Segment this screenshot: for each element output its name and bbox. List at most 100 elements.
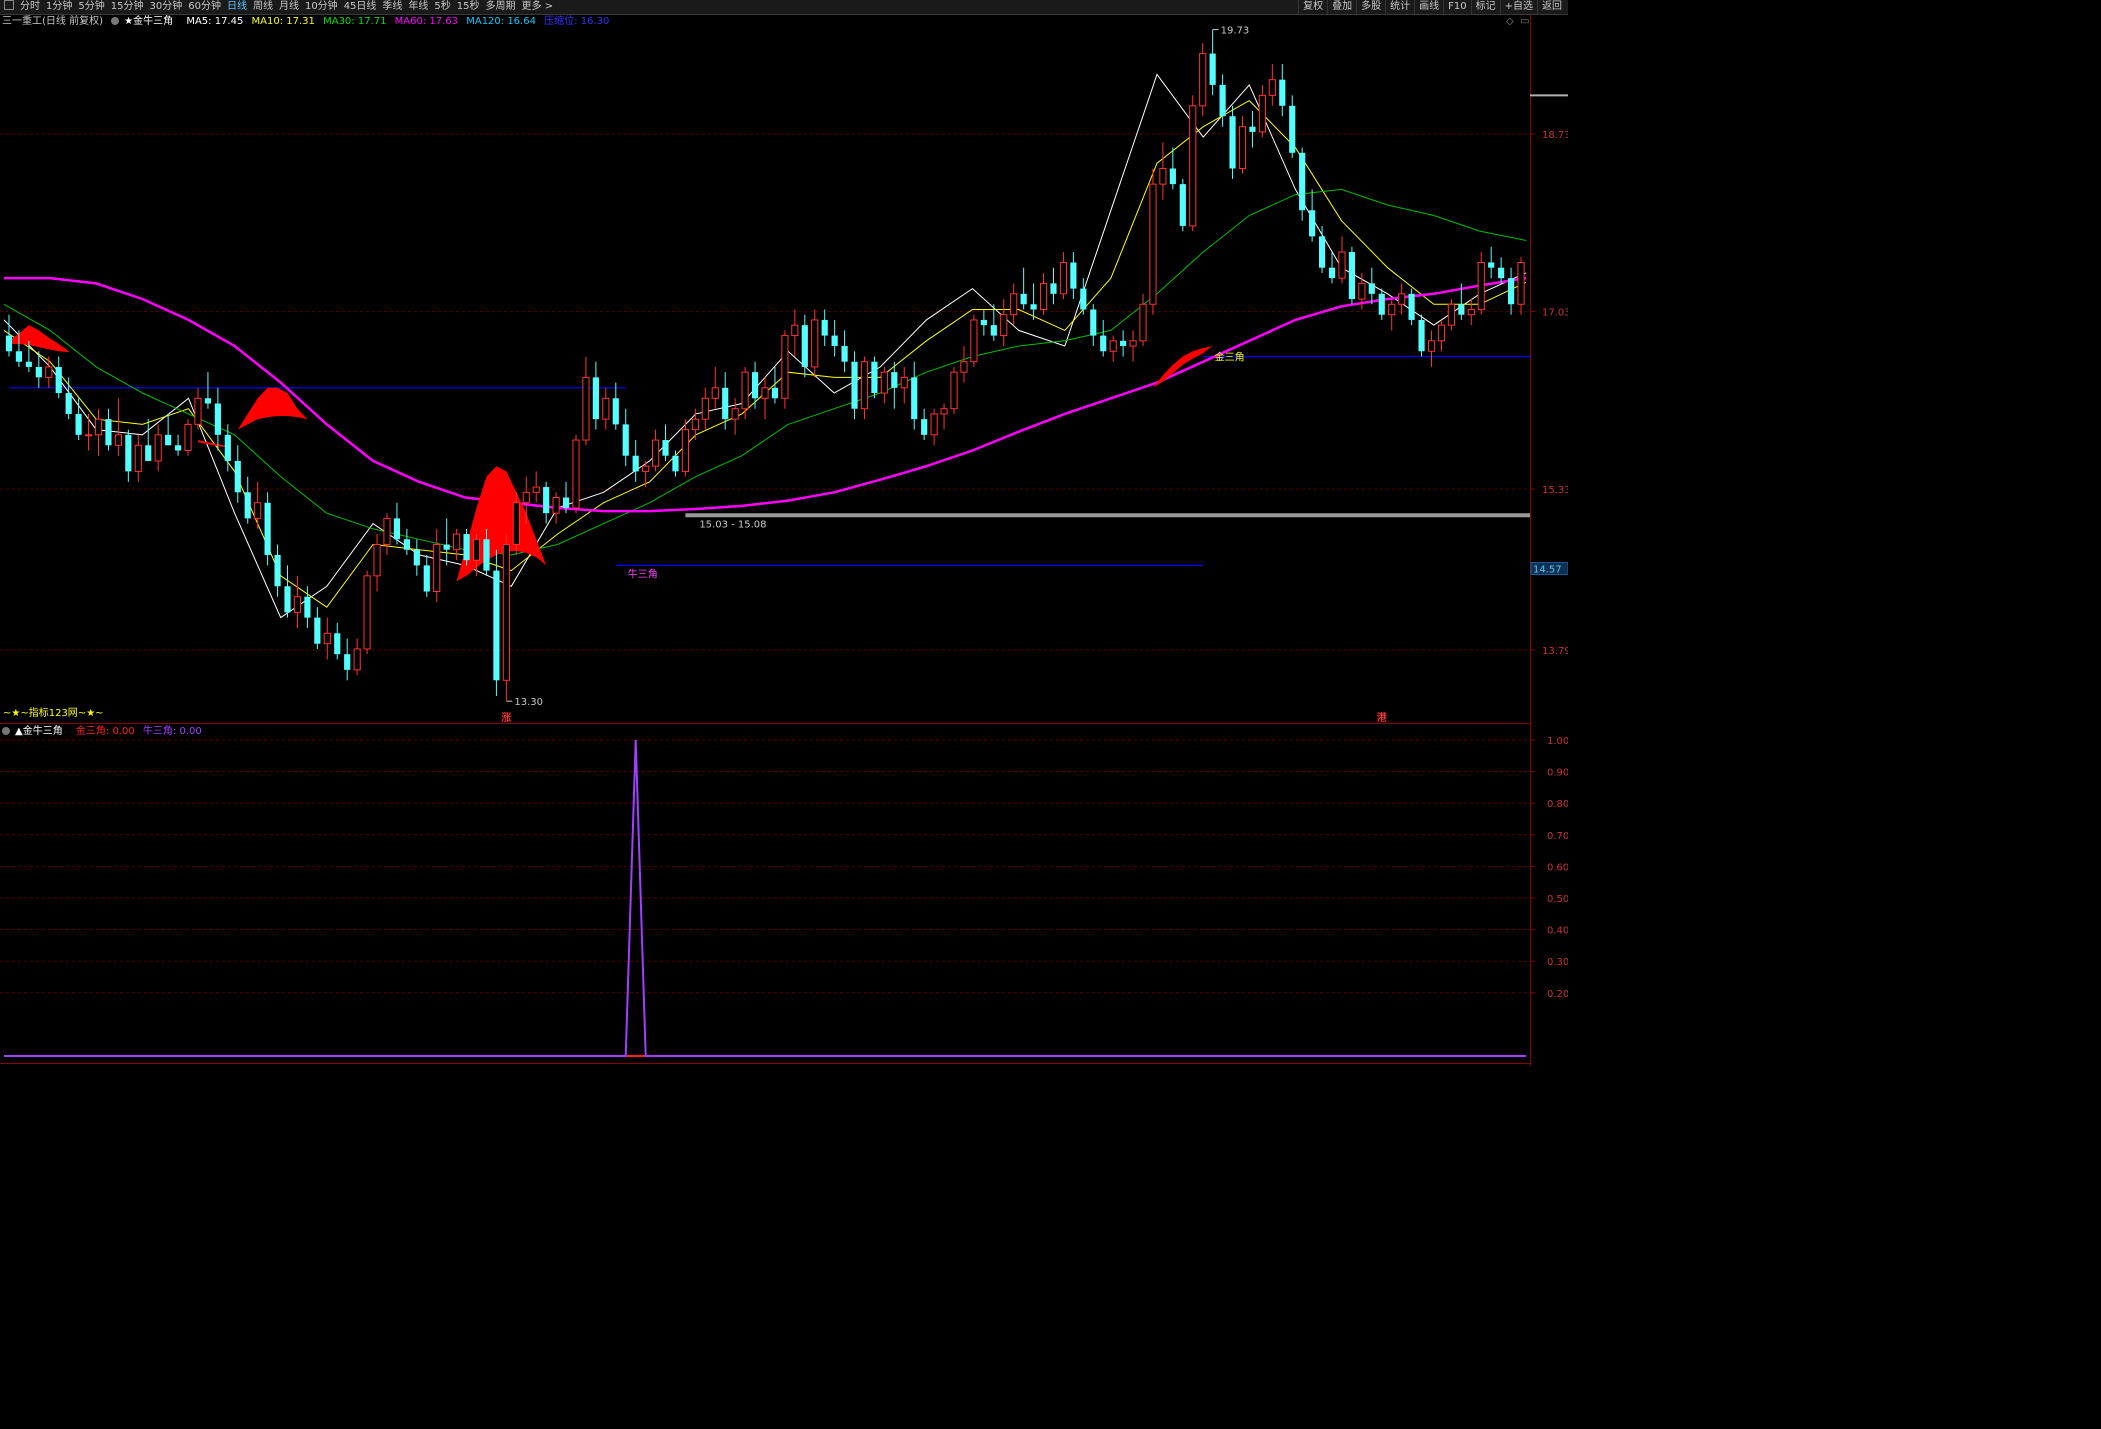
kline-chart[interactable]: 18.73 17.03 15.33 13.79 14.57 1.00 0.90 0.80 0.7…	[0, 0, 1568, 1066]
candle-body-42	[423, 565, 430, 592]
candle-body-61	[612, 398, 619, 425]
candle-body-146	[1458, 304, 1465, 315]
candle-body-123	[1229, 116, 1236, 169]
candle-body-120	[1199, 53, 1207, 107]
candle-body-33	[334, 633, 341, 655]
candle-body-35	[353, 648, 361, 671]
low-price-label: 13.30	[514, 697, 543, 708]
candle-body-23	[234, 460, 241, 493]
candle-body-15	[154, 434, 162, 462]
candle-body-112	[1120, 340, 1127, 347]
candle-body-134	[1338, 251, 1346, 279]
candle-body-34	[344, 654, 351, 670]
candle-body-43	[433, 544, 441, 593]
candle-body-106	[1059, 261, 1068, 295]
candle-body-99	[990, 325, 997, 336]
candle-body-7	[75, 413, 82, 435]
candle-body-63	[632, 455, 639, 472]
candle-body-79	[791, 324, 799, 337]
candle-body-30	[304, 596, 311, 618]
candle-body-74	[741, 371, 749, 410]
candle-body-128	[1279, 79, 1286, 106]
current-price-label: 14.57	[1533, 565, 1562, 576]
candle-body-75	[751, 372, 759, 399]
candle-body-87	[871, 361, 878, 394]
event-marker-0: 涨	[501, 712, 511, 724]
candle-body-58	[582, 376, 590, 441]
candle-body-141	[1408, 293, 1415, 320]
candle-body-55	[552, 496, 560, 514]
price-tick-label-1: 17.03	[1542, 308, 1568, 319]
candle-body-96	[960, 361, 968, 373]
candle-body-9	[94, 418, 103, 436]
candle-body-95	[950, 371, 958, 410]
candle-body-48	[483, 539, 490, 571]
triangle-area-4	[1153, 346, 1213, 388]
candle-body-29	[293, 596, 302, 613]
candle-body-28	[284, 586, 291, 613]
triangle-area-3	[456, 466, 547, 582]
candle-body-68	[681, 429, 690, 472]
candle-body-109	[1090, 309, 1097, 336]
candle-body-56	[562, 497, 570, 508]
candle-body-90	[900, 376, 908, 389]
candle-body-89	[891, 372, 898, 388]
candle-body-116	[1159, 167, 1167, 185]
candle-body-152	[1517, 261, 1525, 305]
candle-body-130	[1299, 152, 1306, 211]
candle-body-51	[512, 502, 520, 546]
candle-body-103	[1030, 304, 1037, 310]
candle-body-132	[1318, 236, 1326, 268]
candle-body-1	[15, 351, 23, 362]
candle-body-121	[1209, 53, 1216, 85]
candle-body-151	[1507, 278, 1515, 305]
candle-body-108	[1080, 288, 1087, 310]
candle-body-94	[940, 408, 948, 415]
candle-body-5	[55, 366, 62, 394]
candle-body-66	[662, 440, 669, 456]
candle-body-10	[105, 419, 112, 446]
candle-body-57	[572, 439, 580, 509]
candle-body-52	[522, 491, 530, 504]
candle-body-16	[165, 434, 172, 446]
candle-body-4	[45, 366, 53, 378]
candle-body-97	[970, 319, 978, 363]
sub-tick-label-2: 0.80	[1547, 799, 1568, 810]
candle-body-144	[1437, 324, 1446, 342]
candle-body-137	[1368, 283, 1375, 294]
candle-body-115	[1149, 183, 1157, 305]
candle-body-78	[781, 335, 789, 399]
candle-body-149	[1488, 262, 1495, 268]
candle-body-118	[1179, 184, 1186, 226]
candle-body-8	[84, 434, 93, 437]
candle-body-133	[1328, 267, 1336, 279]
ma-line-ma10	[3, 99, 1527, 608]
sub-tick-label-3: 0.70	[1547, 831, 1568, 842]
price-tick-label-0: 18.73	[1542, 130, 1568, 141]
candle-body-54	[543, 487, 550, 514]
sub-tick-label-1: 0.90	[1547, 768, 1568, 779]
candle-body-14	[145, 445, 152, 461]
candle-body-82	[821, 319, 828, 336]
candle-body-37	[373, 544, 381, 577]
candle-body-113	[1129, 340, 1137, 347]
high-price-label: 19.73	[1221, 26, 1250, 37]
candle-body-107	[1070, 262, 1077, 289]
candle-body-41	[413, 549, 420, 566]
candle-body-59	[592, 377, 599, 420]
candle-body-64	[642, 465, 650, 472]
candle-body-32	[323, 632, 331, 645]
candle-body-62	[622, 424, 629, 456]
candle-body-124	[1238, 126, 1247, 169]
candle-body-93	[930, 413, 938, 436]
candle-body-67	[672, 455, 679, 472]
candle-body-45	[453, 533, 461, 551]
candle-body-92	[921, 419, 928, 435]
candle-body-131	[1309, 210, 1316, 237]
sub-tick-label-8: 0.20	[1547, 989, 1568, 1000]
candle-body-18	[184, 423, 192, 451]
candle-body-36	[363, 575, 371, 650]
candle-body-104	[1039, 282, 1048, 310]
candle-body-0	[5, 335, 13, 352]
candle-body-12	[125, 434, 132, 472]
